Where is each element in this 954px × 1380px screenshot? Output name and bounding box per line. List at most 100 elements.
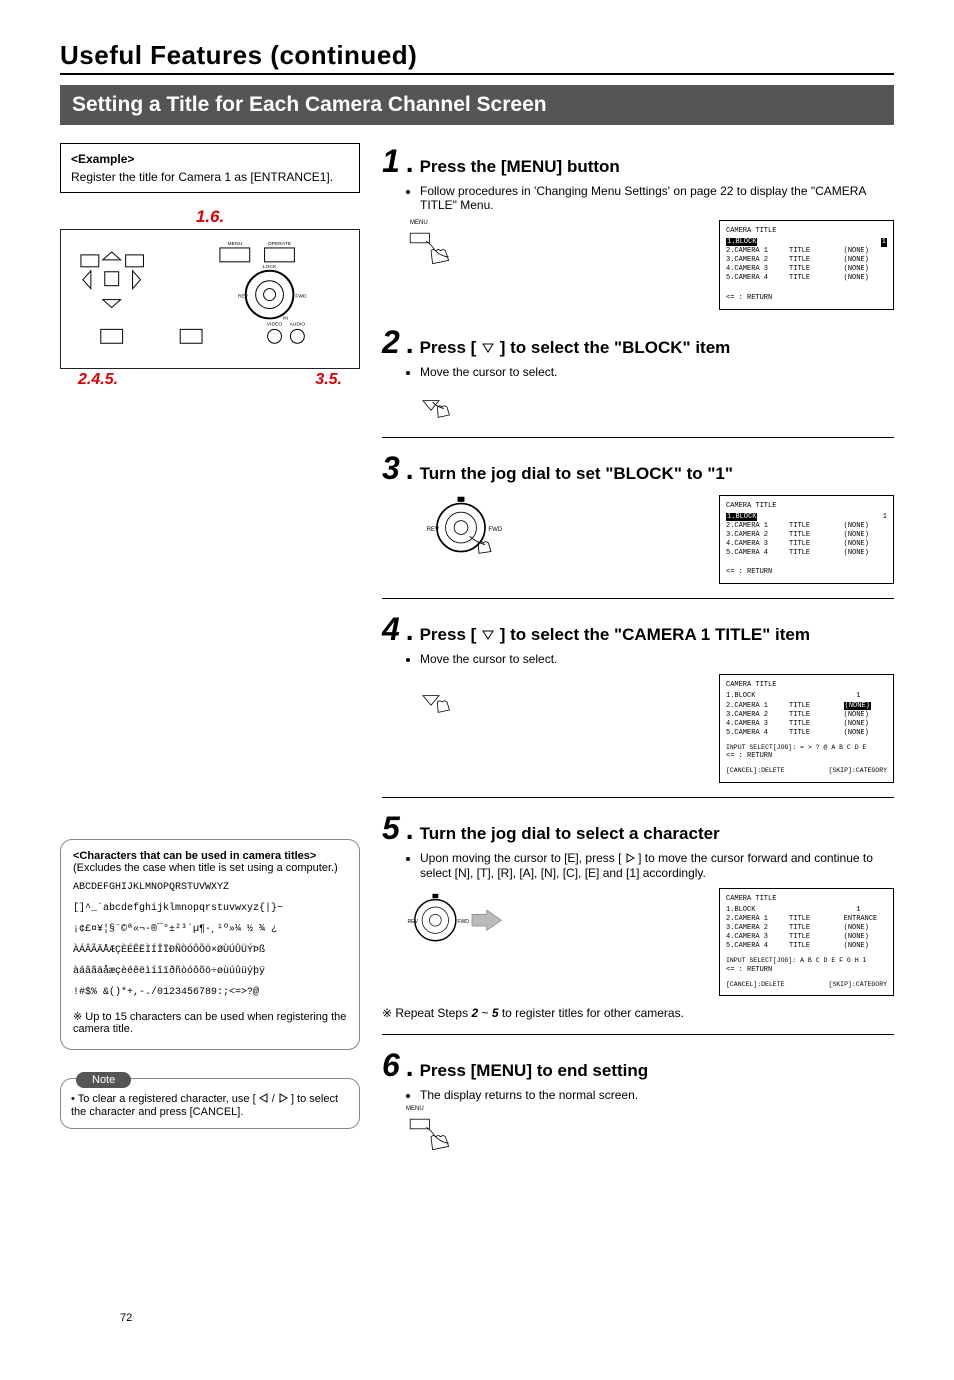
step-3-num: 3 [382,450,400,487]
osd5-row0: 2.CAMERA 1 TITLE ENTRANCE [726,915,887,924]
step-6-num: 6 [382,1047,400,1084]
osd-row-1: 3.CAMERA 2 TITLE (NONE) [726,256,887,265]
step-6-bullet: The display returns to the normal screen… [420,1088,894,1102]
osd5-row3: 5.CAMERA 4 TITLE (NONE) [726,942,887,951]
cursor-press-icon [406,678,456,718]
chars-line1: ABCDEFGHIJKLMNOPQRSTUVWXYZ [73,880,347,895]
step-5: 5. Turn the jog dial to select a charact… [382,810,894,1021]
osd4-row1: 3.CAMERA 2 TITLE (NONE) [726,711,887,720]
osd4-input: INPUT SELECT[JOG]: = > ? @ A B C D E [726,744,887,752]
chars-line6: !#$% &()*+,-./0123456789:;<=>?@ [73,985,347,1000]
osd-step5: CAMERA TITLE 1.BLOCK 1 2.CAMERA 1 TITLE … [719,888,894,997]
note-label: Note [76,1072,131,1088]
step-2-bullet: Move the cursor to select. [420,365,894,379]
step-4-title-before: Press [ [420,625,481,644]
svg-text:REV: REV [238,294,249,300]
osd-step3: CAMERA TITLE 1.BLOCK1 2.CAMERA 1 TITLE (… [719,495,894,585]
repeat-suffix: to register titles for other cameras. [502,1006,684,1020]
step-2-num: 2 [382,324,400,361]
osd4-cancel: [CANCEL]:DELETE [726,767,785,775]
osd5-cancel: [CANCEL]:DELETE [726,981,785,989]
page-number: 72 [120,1312,132,1324]
chars-line4: ÀÁÂÃÄÅÆÇÈÉÊËÌÍÎÏÐÑÒÓÔÕÖ×ØÙÚÛÜÝÞß [73,943,347,958]
svg-text:OPERATE: OPERATE [268,241,292,247]
step-1: 1. Press the [MENU] button Follow proced… [382,143,894,310]
step-3: 3. Turn the jog dial to set "BLOCK" to "… [382,450,894,585]
svg-text:FWD: FWD [295,294,307,300]
repeat-note: ※ Repeat Steps 2 ~ 5 to register titles … [382,1006,894,1020]
jog-caption-br: 3.5. [315,371,342,389]
repeat-b1: 2 [471,1006,478,1020]
cursor-press-icon [406,383,456,423]
repeat-prefix: ※ Repeat Steps [382,1006,471,1020]
osd3-row1: 3.CAMERA 2 TITLE (NONE) [726,531,887,540]
osd-step4: CAMERA TITLE 1.BLOCK 1 2.CAMERA 1 TITLE … [719,674,894,783]
step-2-title-after: ] to select the "BLOCK" item [500,338,731,357]
step-1-menu-label: MENU [410,220,428,226]
step-2: 2. Press [ ] to select the "BLOCK" item … [382,324,894,423]
osd-step1: CAMERA TITLE 1.BLOCK1 2.CAMERA 1 TITLE (… [719,220,894,310]
osd3-row3: 5.CAMERA 4 TITLE (NONE) [726,549,887,558]
section-banner: Setting a Title for Each Camera Channel … [60,85,894,125]
osd4-skip: [SKIP]:CATEGORY [828,767,887,775]
chars-line2: []^_`abcdefghijklmnopqrstuvwxyz{|}~ [73,901,347,916]
step-3-title: Turn the jog dial to set "BLOCK" to "1" [420,464,733,484]
jog-caption-top: 1.6. [60,207,360,227]
step-1-bullet: Follow procedures in 'Changing Menu Sett… [420,184,894,212]
osd5-return: <= : RETURN [726,966,887,975]
example-heading: <Example> [71,152,349,166]
osd-block-hi3: 1.BLOCK [726,513,757,521]
osd4-block: 1.BLOCK 1 [726,692,860,700]
osd-return: <= : RETURN [726,294,887,303]
step-6-menu-label: MENU [406,1106,894,1112]
triangle-down-icon [481,626,495,646]
page-title: Useful Features (continued) [60,40,894,75]
osd-title: CAMERA TITLE [726,227,887,236]
step-4-bullet: Move the cursor to select. [420,652,894,666]
chars-title: <Characters that can be used in camera t… [73,850,316,862]
jog-dial-icon: REV FWD [406,495,516,555]
osd5-title: CAMERA TITLE [726,895,887,904]
triangle-down-icon [481,339,495,359]
osd5-row2: 4.CAMERA 3 TITLE (NONE) [726,933,887,942]
svg-text:MENU: MENU [228,241,243,247]
osd3-return: <= : RETURN [726,568,887,577]
menu-press-icon [406,1116,456,1156]
svg-text:VIDEO: VIDEO [267,321,283,327]
step-6: 6. Press [MENU] to end setting The displ… [382,1047,894,1156]
jog-dial-arrow-icon: REV FWD [406,888,516,948]
chars-note-prefix: ※ [73,1011,82,1023]
chars-line5: àáâãäåæçèéêëìíîïðñòóôõö÷øùúûüýþÿ [73,964,347,979]
step-2-title-before: Press [ [420,338,481,357]
osd5-block: 1.BLOCK 1 [726,906,860,914]
repeat-mid: ~ [481,1006,491,1020]
triangle-right-icon [278,1093,288,1106]
osd-row-0: 2.CAMERA 1 TITLE (NONE) [726,247,887,256]
jog-caption-bl: 2.4.5. [78,371,118,389]
step-4-num: 4 [382,611,400,648]
osd-row-2: 4.CAMERA 3 TITLE (NONE) [726,265,887,274]
step-5-num: 5 [382,810,400,847]
osd5-row1: 3.CAMERA 2 TITLE (NONE) [726,924,887,933]
chars-subtitle: (Excludes the case when title is set usi… [73,862,347,874]
step-4: 4. Press [ ] to select the "CAMERA 1 TIT… [382,611,894,783]
svg-text:REV: REV [427,527,439,533]
osd4-title: CAMERA TITLE [726,681,887,690]
osd4-return: <= : RETURN [726,752,887,761]
step-1-num: 1 [382,143,400,180]
osd-title: CAMERA TITLE [726,502,887,511]
osd5-input: INPUT SELECT[JOG]: A B C D E F G H I [726,957,887,965]
jog-diagram: MENU OPERATE REV FWD LOCK VIDEO AUDIO IN [60,229,360,369]
step-5-bullet-before: Upon moving the cursor to [E], press [ [420,851,625,865]
svg-text:REV: REV [407,919,418,925]
example-text: Register the title for Camera 1 as [ENTR… [71,170,333,184]
example-box: <Example> Register the title for Camera … [60,143,360,193]
chars-note-text: Up to 15 characters can be used when reg… [73,1011,346,1035]
osd3-row2: 4.CAMERA 3 TITLE (NONE) [726,540,887,549]
chars-line3: ¡¢£¤¥¦§¨©ª«¬-®¯°±²³´µ¶·¸¹º»¼ ½ ¾ ¿ [73,922,347,937]
osd-row-3: 5.CAMERA 4 TITLE (NONE) [726,274,887,283]
triangle-right-icon [625,852,635,866]
step-4-title-after: ] to select the "CAMERA 1 TITLE" item [500,625,810,644]
svg-text:IN: IN [283,315,288,321]
osd-block-hi: 1.BLOCK [726,238,757,246]
